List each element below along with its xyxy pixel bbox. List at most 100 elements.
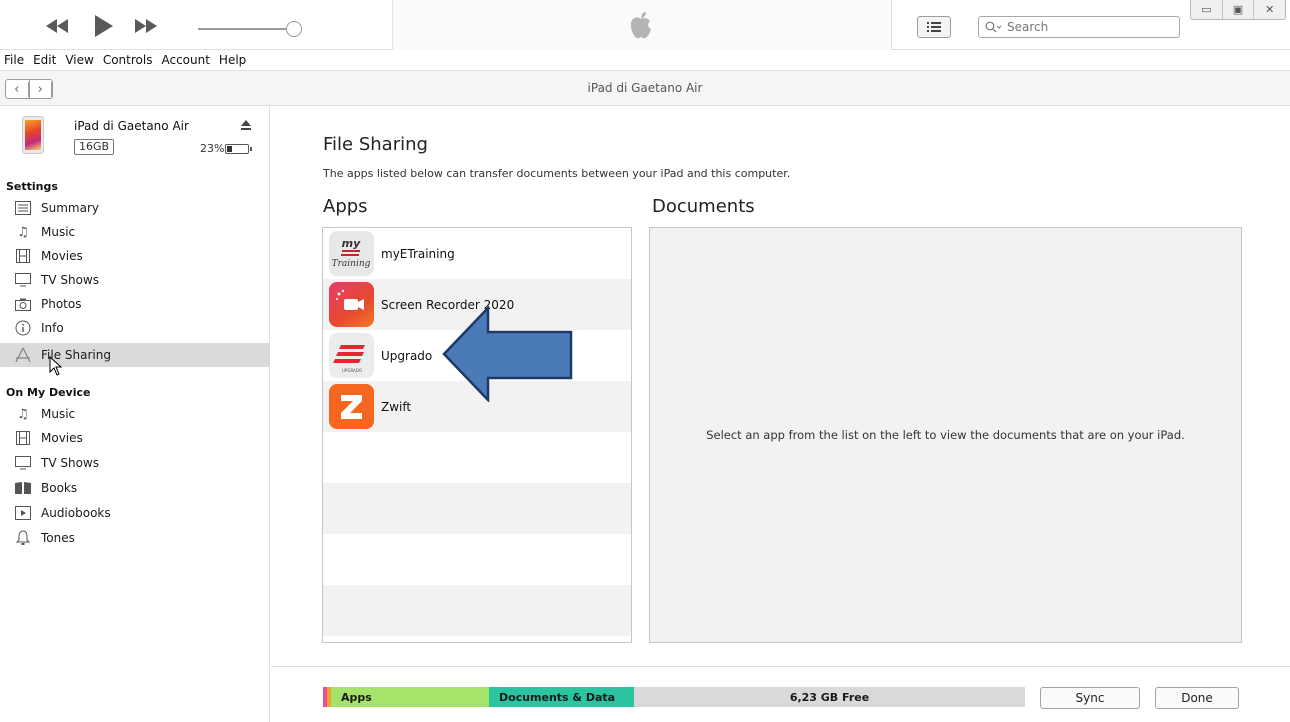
sidebar-item-label: Summary xyxy=(41,201,99,215)
volume-slider[interactable] xyxy=(198,28,298,30)
sidebar-item-device-music[interactable]: ♫ Music xyxy=(0,402,270,426)
page-description: The apps listed below can transfer docum… xyxy=(323,167,791,180)
fast-forward-button[interactable] xyxy=(135,14,157,38)
sidebar-item-label: Movies xyxy=(41,431,83,445)
close-button[interactable]: ✕ xyxy=(1254,0,1285,19)
play-icon xyxy=(95,15,113,37)
sidebar-item-device-audiobooks[interactable]: Audiobooks xyxy=(0,501,270,525)
battery-level-fill xyxy=(227,146,232,152)
minimize-button[interactable]: ▭ xyxy=(1191,0,1223,19)
sidebar-item-movies[interactable]: Movies xyxy=(0,244,270,268)
sidebar-item-label: Audiobooks xyxy=(41,506,111,520)
empty-row xyxy=(323,432,631,483)
mouse-cursor-icon xyxy=(49,356,63,376)
apps-heading: Apps xyxy=(323,196,368,217)
screen-recorder-app-icon xyxy=(329,282,374,327)
svg-text:Training: Training xyxy=(332,259,371,269)
info-icon xyxy=(14,320,32,336)
list-view-icon xyxy=(927,22,941,32)
rewind-button[interactable] xyxy=(46,14,68,38)
audiobook-icon xyxy=(14,505,32,521)
empty-row xyxy=(323,585,631,636)
sidebar-item-label: Books xyxy=(41,481,78,495)
navigation-bar: ‹ › iPad di Gaetano Air xyxy=(0,70,1290,106)
tv-icon xyxy=(14,272,32,288)
app-row-myetraining[interactable]: my Training myETraining xyxy=(323,228,631,279)
svg-text:my: my xyxy=(342,237,361,250)
documents-empty-message: Select an app from the list on the left … xyxy=(706,428,1185,442)
menu-account[interactable]: Account xyxy=(161,53,209,67)
documents-heading: Documents xyxy=(652,196,755,217)
done-button[interactable]: Done xyxy=(1155,687,1239,709)
capacity-bar: Apps Documents & Data 6,23 GB Free xyxy=(323,687,1025,707)
menu-file[interactable]: File xyxy=(4,53,24,67)
settings-section-header: Settings xyxy=(6,180,58,193)
sidebar-item-music[interactable]: ♫ Music xyxy=(0,220,270,244)
device-name: iPad di Gaetano Air xyxy=(74,119,189,133)
empty-row xyxy=(323,483,631,534)
camera-icon xyxy=(14,296,32,312)
maximize-button[interactable]: ▣ xyxy=(1223,0,1255,19)
capacity-badge: 16GB xyxy=(74,139,115,155)
sidebar-item-summary[interactable]: Summary xyxy=(0,196,270,220)
fast-forward-icon xyxy=(135,19,157,33)
battery-icon xyxy=(225,144,252,154)
app-name: Zwift xyxy=(381,399,412,414)
sidebar-item-device-books[interactable]: Books xyxy=(0,476,270,500)
sidebar-item-label: Movies xyxy=(41,249,83,263)
eject-icon[interactable] xyxy=(240,119,254,133)
annotation-arrow xyxy=(442,306,573,402)
summary-icon xyxy=(14,200,32,216)
volume-slider-knob[interactable] xyxy=(286,21,302,37)
search-input[interactable] xyxy=(1007,20,1157,34)
sidebar-item-label: Info xyxy=(41,321,64,335)
sidebar-item-file-sharing[interactable]: File Sharing xyxy=(0,343,270,367)
search-icon xyxy=(985,21,1002,33)
menu-help[interactable]: Help xyxy=(219,53,246,67)
device-title: iPad di Gaetano Air xyxy=(587,81,703,95)
documents-panel: Select an app from the list on the left … xyxy=(649,227,1242,643)
window-controls: ▭ ▣ ✕ xyxy=(1190,0,1286,20)
file-sharing-panel: File Sharing The apps listed below can t… xyxy=(271,106,1290,666)
music-note-icon: ♫ xyxy=(17,224,29,240)
apps-list: my Training myETraining Screen Recorder … xyxy=(322,227,632,643)
battery-percentage: 23% xyxy=(200,142,225,155)
capacity-segment-free: 6,23 GB Free xyxy=(634,687,1025,707)
play-button[interactable] xyxy=(92,14,114,38)
sidebar-item-label: Tones xyxy=(41,531,75,545)
sidebar: iPad di Gaetano Air 16GB 23% Settings Su… xyxy=(0,106,270,722)
list-view-button[interactable] xyxy=(917,16,951,38)
film-icon xyxy=(14,430,32,446)
sidebar-item-photos[interactable]: Photos xyxy=(0,292,270,316)
rewind-icon xyxy=(46,19,68,33)
ipad-device-icon xyxy=(22,116,44,154)
on-my-device-section-header: On My Device xyxy=(6,386,91,399)
svg-text:UPGRADO: UPGRADO xyxy=(342,368,362,373)
page-title: File Sharing xyxy=(323,134,428,155)
status-display xyxy=(392,0,892,50)
upgrado-app-icon: UPGRADO xyxy=(329,333,374,378)
footer-bar: Apps Documents & Data 6,23 GB Free Sync … xyxy=(271,666,1290,722)
music-note-icon: ♫ xyxy=(17,406,29,422)
empty-row xyxy=(323,534,631,585)
menu-view[interactable]: View xyxy=(65,53,93,67)
sidebar-item-label: Music xyxy=(41,225,76,239)
sidebar-item-tv-shows[interactable]: TV Shows xyxy=(0,268,270,292)
sidebar-item-device-tv-shows[interactable]: TV Shows xyxy=(0,451,270,475)
sidebar-item-device-movies[interactable]: Movies xyxy=(0,426,270,450)
menu-bar: File Edit View Controls Account Help xyxy=(0,50,1290,70)
sidebar-item-label: Music xyxy=(41,407,76,421)
sidebar-item-label: TV Shows xyxy=(41,456,99,470)
search-field[interactable] xyxy=(978,16,1180,38)
myetraining-app-icon: my Training xyxy=(329,231,374,276)
apple-logo-icon xyxy=(630,12,651,39)
sidebar-item-device-tones[interactable]: Tones xyxy=(0,526,270,550)
sidebar-item-info[interactable]: Info xyxy=(0,316,270,340)
sync-button[interactable]: Sync xyxy=(1040,687,1140,709)
toolbar: ▭ ▣ ✕ xyxy=(0,0,1290,50)
menu-controls[interactable]: Controls xyxy=(103,53,153,67)
tv-icon xyxy=(14,455,32,471)
sidebar-item-label: TV Shows xyxy=(41,273,99,287)
menu-edit[interactable]: Edit xyxy=(33,53,56,67)
film-icon xyxy=(14,248,32,264)
